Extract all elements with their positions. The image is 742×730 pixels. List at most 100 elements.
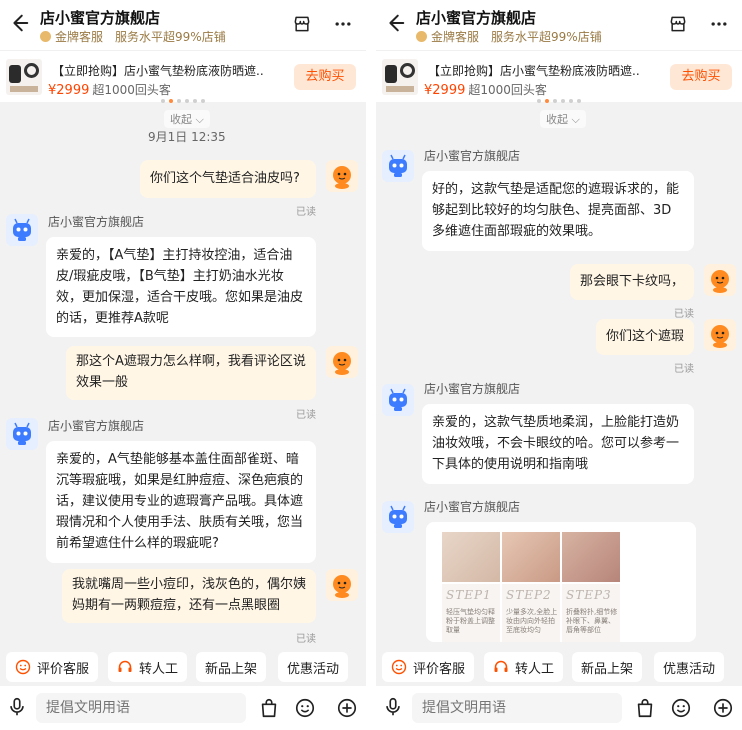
user-message-bubble[interactable]: 那这个A遮瑕力怎么样啊，我看评论区说效果一般 (66, 346, 316, 400)
user-avatar[interactable] (704, 319, 736, 351)
sender-name: 店小蜜官方旗舰店 (424, 149, 521, 163)
store-icon[interactable] (668, 14, 688, 34)
bag-icon[interactable] (634, 697, 656, 719)
step-card: STEP3 折叠粉扑,细节修补眼下、鼻翼、唇角等部位 (562, 584, 620, 642)
plus-icon[interactable] (336, 697, 358, 719)
sender-name: 店小蜜官方旗舰店 (48, 215, 145, 229)
plus-icon[interactable] (712, 697, 734, 719)
panel-divider (366, 0, 376, 730)
back-arrow-icon[interactable] (8, 12, 30, 34)
quick-actions-bar: 评价客服 转人工 新品上架 优惠活动 (376, 648, 742, 684)
repeat-customers: 超1000回头客 (92, 83, 171, 97)
quick-actions-bar: 评价客服 转人工 新品上架 优惠活动 (0, 648, 366, 684)
sender-name: 店小蜜官方旗舰店 (48, 419, 145, 433)
shop-badges: 金牌客服 服务水平超99%店铺 (40, 28, 226, 45)
crown-icon (416, 31, 427, 42)
step-desc: 少量多次,全脸上妆由内向外轻拍至底妆均匀 (506, 608, 558, 634)
product-price: ¥2999 超1000回头客 (48, 81, 171, 98)
quick-action-promotions[interactable]: 优惠活动 (278, 652, 349, 682)
bag-icon[interactable] (258, 697, 280, 719)
product-promo-card[interactable]: 【立即抢购】店小蜜气垫粉底液防晒遮... ¥2999 超1000回头客 去购买 (0, 50, 366, 102)
step3-photo (562, 532, 620, 582)
user-message-bubble[interactable]: 你们这个遮瑕 (596, 319, 694, 355)
message-input[interactable] (412, 693, 622, 723)
product-promo-card[interactable]: 【立即抢购】店小蜜气垫粉底液防晒遮... ¥2999 超1000回头客 去购买 (376, 50, 742, 102)
user-message-bubble[interactable]: 你们这个气垫适合油皮吗? (140, 160, 316, 198)
shop-message-bubble[interactable]: 亲爱的，这款气垫质地柔润，上脸能打造奶油妆效哦，不会卡眼纹的哈。您可以参考一下具… (422, 404, 694, 484)
collapse-toggle[interactable]: 收起 ⌵ (164, 110, 210, 128)
smile-icon (15, 659, 31, 675)
user-avatar-icon (711, 270, 729, 293)
price-value: ¥2999 (424, 83, 466, 98)
smile-icon (391, 659, 407, 675)
message-input-bar (376, 686, 742, 730)
shop-avatar[interactable] (382, 384, 414, 416)
read-receipt: 已读 (674, 364, 694, 375)
step-label: STEP1 (446, 588, 492, 602)
back-arrow-icon[interactable] (384, 12, 406, 34)
quick-action-new-arrivals[interactable]: 新品上架 (572, 652, 643, 682)
step-card: STEP2 少量多次,全脸上妆由内向外轻拍至底妆均匀 (502, 584, 560, 642)
user-avatar[interactable] (326, 346, 358, 378)
emoji-icon[interactable] (294, 697, 316, 719)
more-icon[interactable] (332, 14, 354, 34)
sender-name: 店小蜜官方旗舰店 (424, 500, 521, 514)
chat-header: 店小蜜官方旗舰店 金牌客服 服务水平超99%店铺 (0, 0, 366, 50)
gold-service-badge: 金牌客服 (431, 30, 480, 44)
emoji-icon[interactable] (670, 697, 692, 719)
buy-button[interactable]: 去购买 (670, 64, 732, 90)
quick-action-new-arrivals[interactable]: 新品上架 (196, 652, 267, 682)
shop-avatar[interactable] (6, 214, 38, 246)
chat-panel-right: 店小蜜官方旗舰店 金牌客服 服务水平超99%店铺 【立即抢购】店小蜜气垫粉底液防… (376, 0, 742, 730)
user-avatar[interactable] (326, 160, 358, 192)
user-avatar-icon (333, 166, 351, 189)
user-avatar-icon (711, 325, 729, 348)
mic-icon[interactable] (6, 696, 28, 718)
quick-action-rate-service[interactable]: 评价客服 (382, 652, 475, 682)
store-icon[interactable] (292, 14, 312, 34)
headset-icon (118, 660, 132, 672)
quick-action-rate-service[interactable]: 评价客服 (6, 652, 99, 682)
user-avatar[interactable] (704, 264, 736, 296)
message-input[interactable] (36, 693, 246, 723)
quick-action-label: 新品上架 (205, 661, 258, 677)
quick-action-promotions[interactable]: 优惠活动 (654, 652, 725, 682)
shop-badges: 金牌客服 服务水平超99%店铺 (416, 28, 602, 45)
read-receipt: 已读 (674, 309, 694, 320)
buy-button[interactable]: 去购买 (294, 64, 356, 90)
product-title[interactable]: 【立即抢购】店小蜜气垫粉底液防晒遮... (428, 62, 640, 79)
step-label: STEP2 (506, 588, 552, 602)
shop-avatar[interactable] (6, 418, 38, 450)
quick-action-label: 优惠活动 (287, 661, 340, 677)
quick-action-label: 转人工 (515, 661, 555, 677)
read-receipt: 已读 (296, 207, 316, 218)
sender-name: 店小蜜官方旗舰店 (424, 382, 521, 396)
more-icon[interactable] (708, 14, 730, 34)
quick-action-human-agent[interactable]: 转人工 (484, 652, 564, 682)
message-input-bar (0, 686, 366, 730)
shop-message-bubble[interactable]: 亲爱的，【A气垫】主打持妆控油，适合油皮/瑕疵皮哦，【B气垫】主打奶油水光妆效，… (46, 237, 316, 337)
shop-message-bubble[interactable]: 亲爱的，A气垫能够基本盖住面部雀斑、暗沉等瑕疵哦，如果是红肿痘痘、深色疤痕的话，… (46, 441, 316, 563)
shop-message-bubble[interactable]: 好的，这款气垫是适配您的遮瑕诉求的，能够起到比较好的均匀肤色、提亮面部、3D多维… (422, 171, 694, 251)
usage-guide-image[interactable]: STEP1 轻压气垫均匀释粉于粉盖上调整取量 STEP2 少量多次,全脸上妆由内… (426, 522, 696, 642)
product-thumbnail[interactable] (6, 59, 42, 95)
product-thumbnail[interactable] (382, 59, 418, 95)
shop-avatar[interactable] (382, 150, 414, 182)
step-desc: 轻压气垫均匀释粉于粉盖上调整取量 (446, 608, 495, 634)
user-message-bubble[interactable]: 那会眼下卡纹吗， (570, 264, 694, 300)
product-title[interactable]: 【立即抢购】店小蜜气垫粉底液防晒遮... (52, 62, 264, 79)
shop-name[interactable]: 店小蜜官方旗舰店 (40, 7, 160, 28)
service-level: 服务水平超99%店铺 (115, 30, 226, 44)
shop-name[interactable]: 店小蜜官方旗舰店 (416, 7, 536, 28)
user-message-bubble[interactable]: 我就嘴周一些小痘印，浅灰色的，偶尔姨妈期有一两颗痘痘，还有一点黑眼圈 (62, 569, 316, 623)
mic-icon[interactable] (382, 696, 404, 718)
step-label: STEP3 (566, 588, 612, 602)
user-avatar[interactable] (326, 569, 358, 601)
price-value: ¥2999 (48, 83, 90, 98)
step1-photo (442, 532, 500, 582)
quick-action-human-agent[interactable]: 转人工 (108, 652, 188, 682)
collapse-toggle[interactable]: 收起 ⌵ (540, 110, 586, 128)
shop-avatar[interactable] (382, 501, 414, 533)
robot-avatar-icon (389, 505, 407, 528)
quick-action-label: 评价客服 (37, 661, 90, 677)
